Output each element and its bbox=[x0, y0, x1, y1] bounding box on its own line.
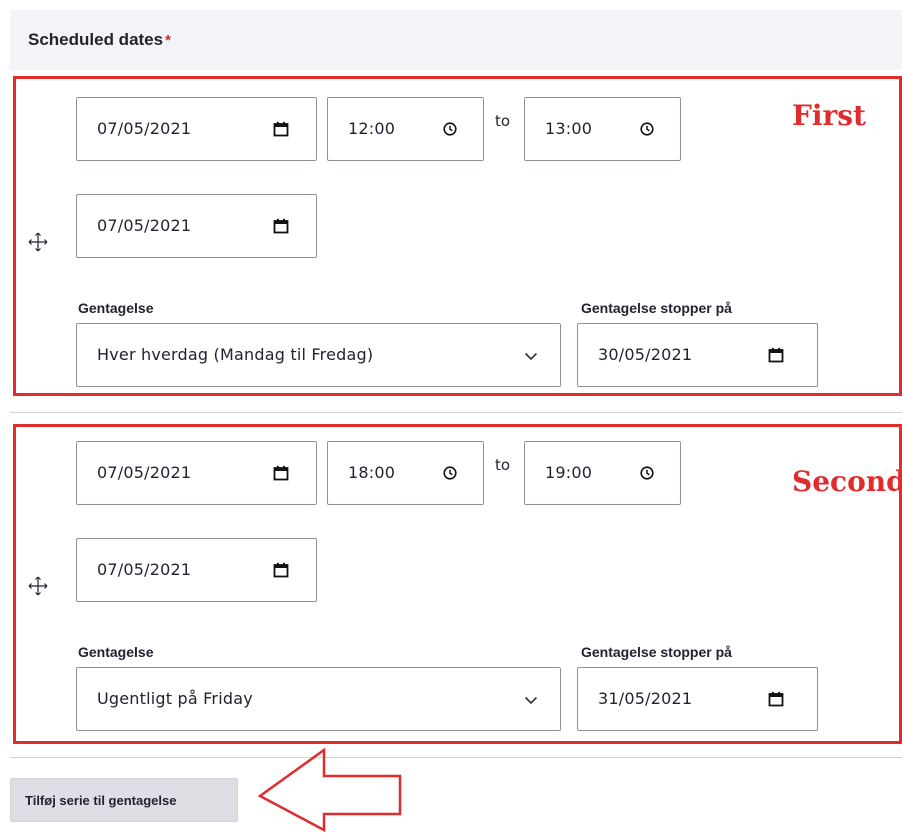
repeat-select[interactable]: Ugentligt på Friday bbox=[76, 667, 561, 731]
calendar-icon[interactable] bbox=[768, 691, 784, 707]
calendar-icon[interactable] bbox=[273, 465, 289, 481]
repeat-label: Gentagelse bbox=[78, 300, 154, 316]
calendar-icon[interactable] bbox=[273, 121, 289, 137]
row-divider bbox=[10, 757, 902, 758]
calendar-icon[interactable] bbox=[768, 347, 784, 363]
repeat-stop-label: Gentagelse stopper på bbox=[581, 300, 732, 316]
start-date-input[interactable]: 07/05/2021 bbox=[76, 441, 317, 505]
start-time-input[interactable]: 12:00 bbox=[327, 97, 484, 161]
section-title: Scheduled dates * bbox=[28, 30, 171, 49]
end-time-input[interactable]: 19:00 bbox=[524, 441, 681, 505]
drag-handle-icon[interactable] bbox=[28, 576, 48, 596]
to-label: to bbox=[495, 112, 511, 130]
repeat-stop-label: Gentagelse stopper på bbox=[581, 644, 732, 660]
calendar-icon[interactable] bbox=[273, 218, 289, 234]
row-divider bbox=[10, 412, 902, 413]
annotation-label-second: Second bbox=[792, 465, 902, 498]
arrow-left-icon bbox=[257, 747, 402, 833]
clock-icon[interactable] bbox=[442, 121, 458, 137]
start-date-input[interactable]: 07/05/2021 bbox=[76, 97, 317, 161]
end-date-input[interactable]: 07/05/2021 bbox=[76, 538, 317, 602]
required-marker: * bbox=[165, 32, 171, 49]
calendar-icon[interactable] bbox=[273, 562, 289, 578]
chevron-down-icon bbox=[524, 696, 538, 705]
add-series-button[interactable]: Tilføj serie til gentagelse bbox=[10, 778, 238, 822]
clock-icon[interactable] bbox=[639, 121, 655, 137]
end-time-input[interactable]: 13:00 bbox=[524, 97, 681, 161]
start-time-input[interactable]: 18:00 bbox=[327, 441, 484, 505]
to-label: to bbox=[495, 456, 511, 474]
clock-icon[interactable] bbox=[442, 465, 458, 481]
clock-icon[interactable] bbox=[639, 465, 655, 481]
repeat-stop-date-input[interactable]: 31/05/2021 bbox=[577, 667, 818, 731]
repeat-label: Gentagelse bbox=[78, 644, 154, 660]
drag-handle-icon[interactable] bbox=[28, 232, 48, 252]
chevron-down-icon bbox=[524, 352, 538, 361]
repeat-select[interactable]: Hver hverdag (Mandag til Fredag) bbox=[76, 323, 561, 387]
repeat-stop-date-input[interactable]: 30/05/2021 bbox=[577, 323, 818, 387]
end-date-input[interactable]: 07/05/2021 bbox=[76, 194, 317, 258]
annotation-label-first: First bbox=[792, 99, 866, 132]
